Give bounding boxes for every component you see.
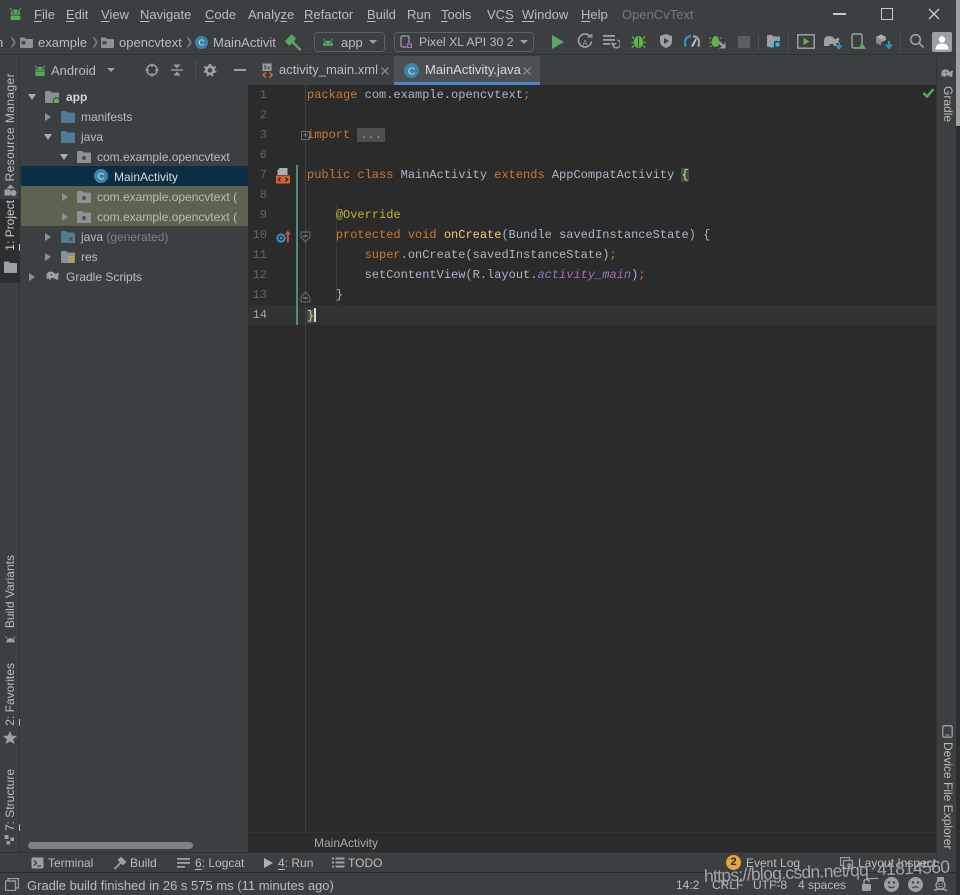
svg-text:C: C	[98, 172, 105, 183]
svg-text:C: C	[408, 66, 415, 77]
svg-text:A: A	[582, 39, 588, 48]
svg-text:C: C	[198, 38, 204, 48]
